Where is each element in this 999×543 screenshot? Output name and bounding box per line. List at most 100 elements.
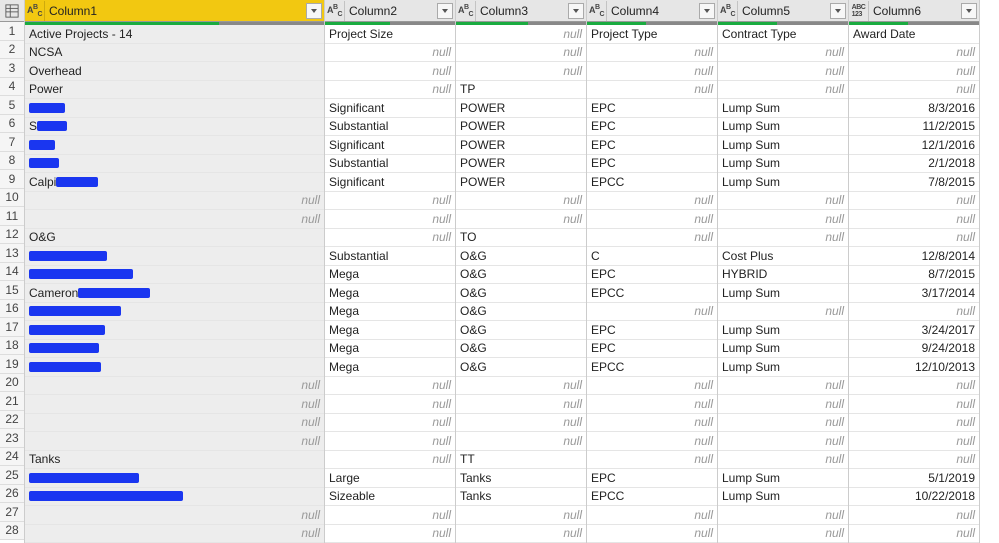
cell[interactable]: 8/7/2015	[849, 266, 979, 285]
cell[interactable]: null	[587, 525, 717, 543]
row-number[interactable]: 15	[0, 281, 24, 300]
cell[interactable]: Tanks	[25, 451, 324, 470]
row-number[interactable]: 21	[0, 392, 24, 411]
cell[interactable]: null	[25, 210, 324, 229]
column-type-icon[interactable]: ABC	[456, 1, 476, 21]
cell[interactable]: EPCC	[587, 358, 717, 377]
cell[interactable]: null	[849, 62, 979, 81]
cell[interactable]	[25, 358, 324, 377]
column-filter-dropdown[interactable]	[699, 3, 715, 19]
cell[interactable]: Lump Sum	[718, 321, 848, 340]
column-type-icon[interactable]: ABC	[718, 1, 738, 21]
cell[interactable]: null	[325, 395, 455, 414]
cell[interactable]: Lump Sum	[718, 118, 848, 137]
cell[interactable]: null	[456, 44, 586, 63]
cell[interactable]: null	[325, 44, 455, 63]
cell[interactable]	[25, 266, 324, 285]
cell[interactable]: null	[325, 62, 455, 81]
cell[interactable]	[25, 488, 324, 507]
cell[interactable]: Substantial	[325, 155, 455, 174]
cell[interactable]	[25, 340, 324, 359]
cell[interactable]: Significant	[325, 99, 455, 118]
cell[interactable]: Mega	[325, 321, 455, 340]
cell[interactable]: 5/1/2019	[849, 469, 979, 488]
cell[interactable]: null	[849, 44, 979, 63]
column-header[interactable]: ABCColumn2	[325, 0, 455, 22]
cell[interactable]: null	[587, 303, 717, 322]
row-number[interactable]: 24	[0, 448, 24, 467]
cell[interactable]: null	[718, 395, 848, 414]
cell[interactable]: HYBRID	[718, 266, 848, 285]
cell[interactable]: null	[325, 377, 455, 396]
column-type-icon[interactable]: ABC	[325, 1, 345, 21]
row-number[interactable]: 3	[0, 59, 24, 78]
row-number[interactable]: 20	[0, 374, 24, 393]
cell[interactable]: null	[718, 44, 848, 63]
row-number[interactable]: 7	[0, 133, 24, 152]
cell[interactable]: null	[849, 229, 979, 248]
row-number[interactable]: 6	[0, 115, 24, 134]
cell[interactable]: Mega	[325, 340, 455, 359]
cell[interactable]: EPCC	[587, 284, 717, 303]
cell[interactable]: EPCC	[587, 173, 717, 192]
cell[interactable]: 3/17/2014	[849, 284, 979, 303]
cell[interactable]: O&G	[456, 266, 586, 285]
cell[interactable]: null	[25, 414, 324, 433]
cell[interactable]: null	[587, 210, 717, 229]
cell[interactable]: EPC	[587, 155, 717, 174]
cell[interactable]: null	[456, 525, 586, 543]
row-number[interactable]: 5	[0, 96, 24, 115]
cell[interactable]	[25, 303, 324, 322]
cell[interactable]: null	[587, 414, 717, 433]
cell[interactable]: null	[325, 192, 455, 211]
cell[interactable]: Lump Sum	[718, 99, 848, 118]
cell[interactable]: Active Projects - 14	[25, 25, 324, 44]
cell[interactable]: null	[25, 506, 324, 525]
cell[interactable]: null	[25, 377, 324, 396]
cell[interactable]: Overhead	[25, 62, 324, 81]
cell[interactable]: null	[587, 229, 717, 248]
cell[interactable]: null	[587, 451, 717, 470]
cell[interactable]: null	[718, 432, 848, 451]
cell[interactable]: null	[456, 25, 586, 44]
row-number[interactable]: 23	[0, 429, 24, 448]
column-filter-dropdown[interactable]	[961, 3, 977, 19]
cell[interactable]: null	[718, 210, 848, 229]
cell[interactable]: 7/8/2015	[849, 173, 979, 192]
cell[interactable]: null	[456, 62, 586, 81]
cell[interactable]: EPC	[587, 136, 717, 155]
cell[interactable]: Tanks	[456, 469, 586, 488]
cell[interactable]: POWER	[456, 173, 586, 192]
cell[interactable]: Lump Sum	[718, 358, 848, 377]
column-type-icon[interactable]: ABC123	[849, 1, 869, 21]
cell[interactable]: Sizeable	[325, 488, 455, 507]
cell[interactable]: 2/1/2018	[849, 155, 979, 174]
column-header[interactable]: ABCColumn3	[456, 0, 586, 22]
cell[interactable]: null	[25, 432, 324, 451]
cell[interactable]: Substantial	[325, 247, 455, 266]
cell[interactable]: Calpi	[25, 173, 324, 192]
cell[interactable]: Tanks	[456, 488, 586, 507]
cell[interactable]: Lump Sum	[718, 340, 848, 359]
cell[interactable]: null	[718, 451, 848, 470]
cell[interactable]: EPC	[587, 469, 717, 488]
cell[interactable]: null	[718, 525, 848, 543]
cell[interactable]: null	[325, 451, 455, 470]
cell[interactable]: null	[849, 525, 979, 543]
cell[interactable]: null	[587, 81, 717, 100]
column-header[interactable]: ABC123Column6	[849, 0, 979, 22]
cell[interactable]: null	[325, 432, 455, 451]
column-filter-dropdown[interactable]	[568, 3, 584, 19]
cell[interactable]: null	[849, 451, 979, 470]
cell[interactable]: null	[587, 395, 717, 414]
cell[interactable]: null	[849, 303, 979, 322]
cell[interactable]: NCSA	[25, 44, 324, 63]
cell[interactable]: O&G	[456, 321, 586, 340]
row-number[interactable]: 13	[0, 244, 24, 263]
cell[interactable]: null	[849, 192, 979, 211]
column-filter-dropdown[interactable]	[830, 3, 846, 19]
cell[interactable]: O&G	[456, 358, 586, 377]
cell[interactable]: POWER	[456, 136, 586, 155]
cell[interactable]: null	[456, 210, 586, 229]
cell[interactable]: EPC	[587, 340, 717, 359]
